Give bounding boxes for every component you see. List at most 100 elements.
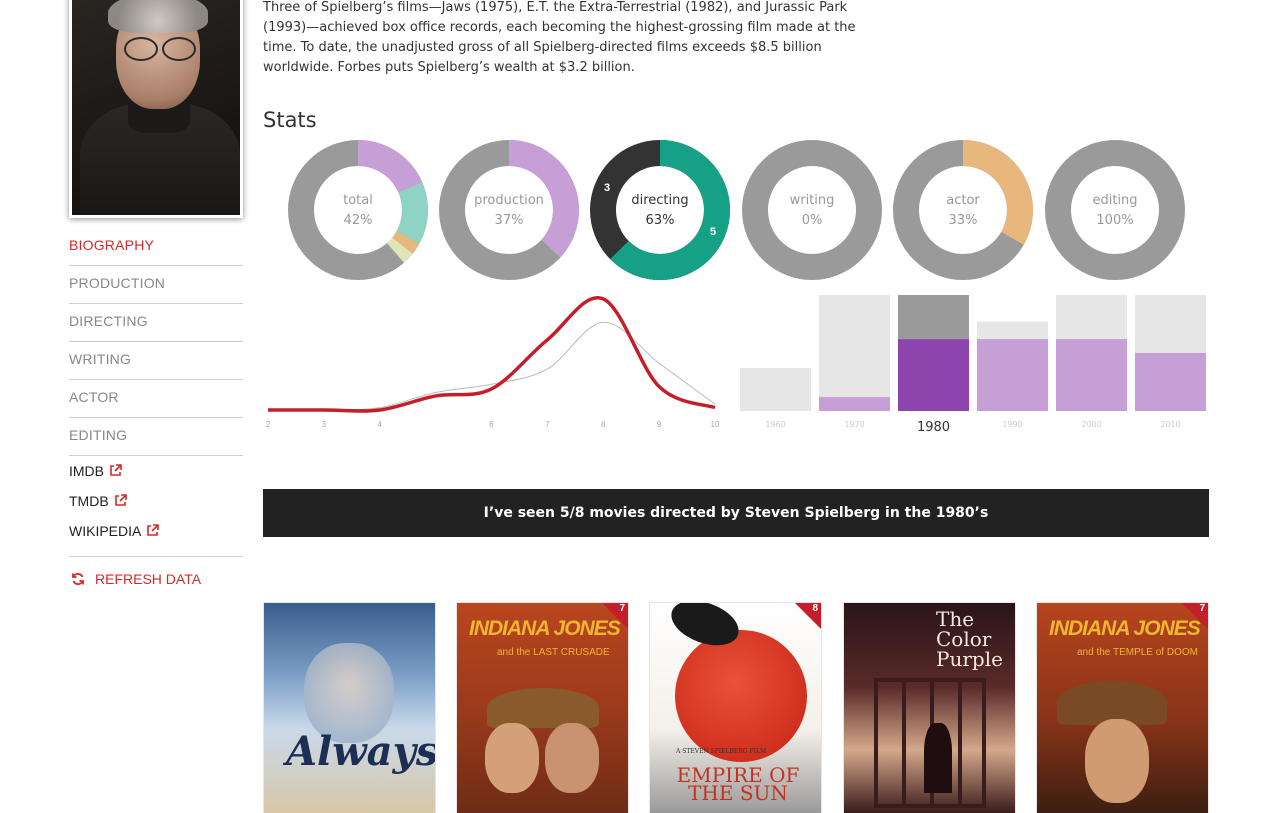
x-tick-label: 8 [601,420,606,429]
donut-total[interactable]: total 42% [288,140,428,280]
bar-seen-2010[interactable] [1135,353,1206,411]
x-tick-label: 10 [711,420,720,429]
donut-actor-label: actor [946,193,980,208]
movie-title: The Color Purple [936,607,1003,671]
seen-summary-banner: I’ve seen 5/8 movies directed by Steven … [263,489,1209,537]
x-tick-label: 6 [489,420,494,429]
bio-line: Three of Spielberg’s films—Jaws (1975), … [263,0,848,15]
link-imdb[interactable]: IMDB [69,463,122,479]
movie-title: EMPIRE OF THE SUN [676,763,800,805]
donut-total-label: total [343,193,373,208]
decade-label[interactable]: 1980 [917,420,950,435]
nav-divider [69,556,243,557]
bar-unseen-2000[interactable] [1056,295,1127,340]
decade-label[interactable]: 1960 [765,420,785,429]
donut-production-label: production [474,193,544,208]
donut-writing-label: writing [789,193,835,208]
donut-directing-seen-count: 5 [710,226,717,238]
director-portrait [69,0,243,218]
movies-by-decade-chart[interactable]: 1960 1970 1980 1990 2000 2010 [735,285,1210,445]
decade-label[interactable]: 1970 [844,420,864,429]
donut-writing[interactable]: writing 0% [742,140,882,280]
donut-production[interactable]: production 37% [439,140,579,280]
donut-production-pct: 37% [494,213,524,228]
movie-poster-always[interactable]: Always [264,603,435,813]
nav-editing[interactable]: EDITING [69,418,243,456]
portrait-glasses [120,37,200,61]
poster-face [1085,719,1149,803]
bar-unseen-2010[interactable] [1135,295,1206,353]
donut-total-pct: 42% [343,213,373,228]
bar-unseen-1980[interactable] [898,295,969,340]
poster-silhouette [924,723,952,793]
donut-directing-unseen-count: 3 [604,182,611,194]
movie-poster-color-purple[interactable]: The Color Purple [844,603,1015,813]
donut-actor-ring [893,140,1033,280]
bar-seen-1970[interactable] [819,397,890,411]
bar-unseen-1990[interactable] [977,321,1048,340]
bar-seen-1980[interactable] [898,339,969,411]
poster-face [545,723,599,793]
bar-unseen-1970[interactable] [819,295,890,398]
donut-directing-label: directing [631,193,689,208]
movie-title: Always [286,728,435,775]
donut-actor-pct: 33% [948,213,978,228]
donut-editing[interactable]: editing 100% [1045,140,1185,280]
rating-value: 8 [812,603,818,614]
x-tick-label: 9 [657,420,662,429]
donut-editing-label: editing [1092,193,1138,208]
nav-directing[interactable]: DIRECTING [69,304,243,342]
rating-value: 7 [1199,603,1205,614]
bar-seen-1990[interactable] [977,339,1048,411]
poster-hat [487,688,599,728]
decade-label[interactable]: 2000 [1081,420,1101,429]
poster-sun [675,630,807,762]
donut-directing[interactable]: directing 63% 3 5 [590,140,730,280]
decade-label[interactable]: 2010 [1160,420,1180,429]
nav-writing[interactable]: WRITING [69,342,243,380]
portrait-hair [108,0,208,33]
link-wikipedia[interactable]: WIKIPEDIA [69,523,160,539]
movie-poster-empire-of-the-sun[interactable]: A STEVEN SPIELBERG FILM EMPIRE OF THE SU… [650,603,821,813]
refresh-icon [72,573,84,585]
movie-tagline: A STEVEN SPIELBERG FILM [676,748,767,755]
rating-distribution-chart: 2 3 4 6 7 8 9 10 [266,295,720,429]
movie-poster-last-crusade[interactable]: INDIANA JONES and the LAST CRUSADE 7 [457,603,628,813]
rating-badge: 7 [602,603,628,629]
refresh-data-button[interactable]: REFRESH DATA [71,571,201,587]
nav-actor[interactable]: ACTOR [69,380,243,418]
bar-unseen-1960[interactable] [740,368,811,411]
link-imdb-label: IMDB [69,463,104,479]
bio-line: worldwide. Forbes puts Spielberg’s wealt… [263,60,635,75]
donut-writing-pct: 0% [801,213,823,228]
poster-face [485,723,539,793]
movie-title: INDIANA JONES [469,617,621,640]
bio-line: (1993)—achieved box office records, each… [263,20,856,35]
external-link-icon [114,494,127,506]
decade-label[interactable]: 1990 [1002,420,1022,429]
x-tick-label: 7 [545,420,550,429]
movie-subtitle: and the LAST CRUSADE [497,647,610,658]
line-series-0 [267,295,716,413]
donut-directing-ring [590,140,730,280]
donut-production-ring [439,140,579,280]
donut-editing-ring [1045,140,1185,280]
refresh-label: REFRESH DATA [95,571,202,587]
rating-value: 7 [619,603,625,614]
donut-writing-ring [742,140,882,280]
link-tmdb[interactable]: TMDB [69,493,127,509]
link-wikipedia-label: WIKIPEDIA [69,523,142,539]
nav-biography[interactable]: BIOGRAPHY [69,228,243,266]
movie-title: INDIANA JONES [1049,617,1201,640]
movie-poster-temple-of-doom[interactable]: INDIANA JONES and the TEMPLE of DOOM 7 [1037,603,1208,813]
x-tick-label: 4 [378,420,383,429]
rating-badge: 7 [1182,603,1208,629]
bio-line: time. To date, the unadjusted gross of a… [263,40,822,55]
line-series-1 [267,321,716,411]
x-tick-label: 2 [266,420,271,429]
donut-directing-pct: 63% [645,213,675,228]
donut-actor[interactable]: actor 33% [893,140,1033,280]
nav-production[interactable]: PRODUCTION [69,266,243,304]
bar-seen-2000[interactable] [1056,339,1127,411]
rating-badge: 8 [795,603,821,629]
